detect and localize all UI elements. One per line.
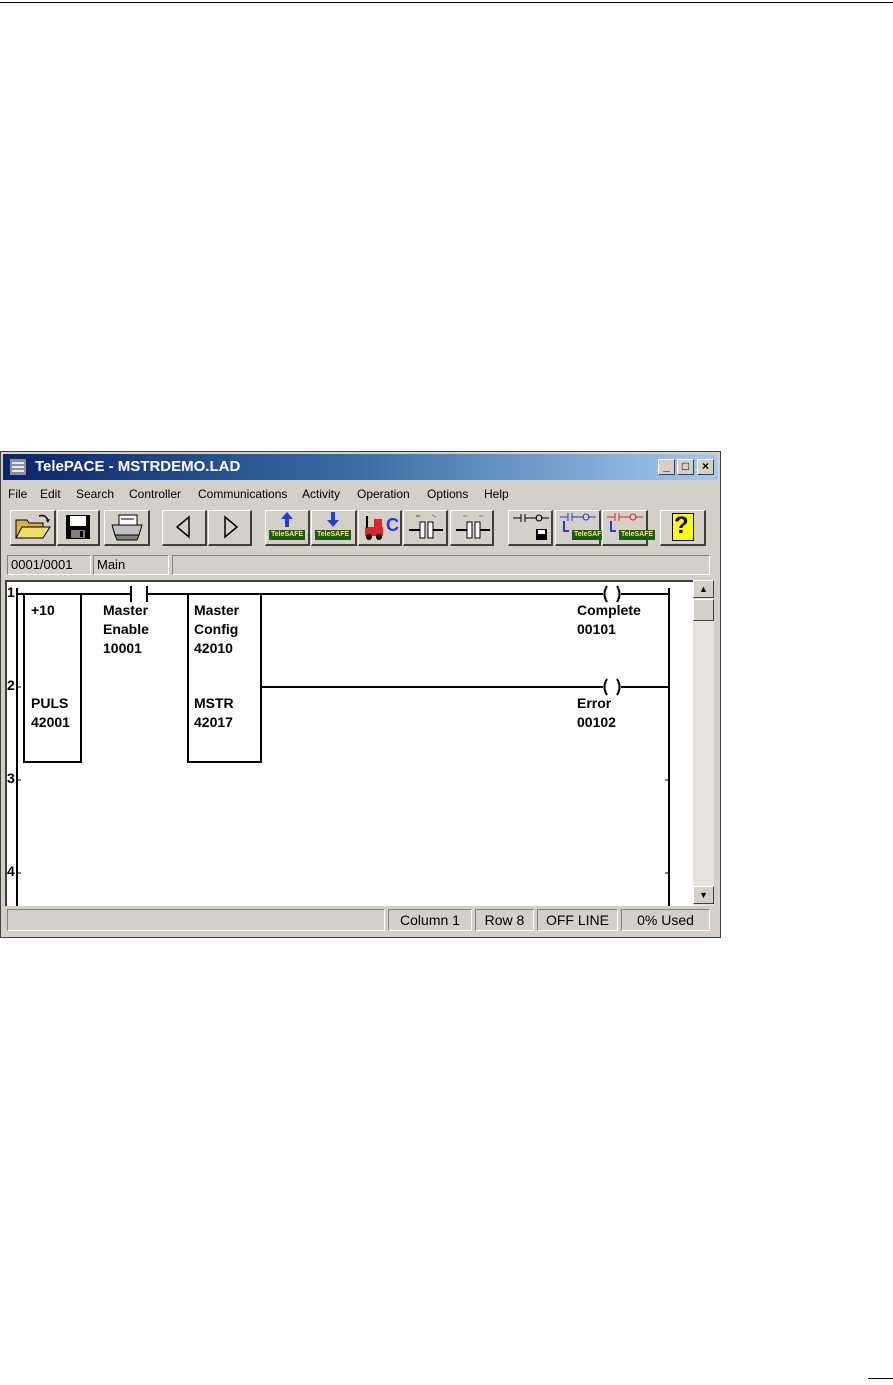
previous-button[interactable] (162, 510, 207, 546)
mstr-config-register[interactable]: 42010 (194, 639, 233, 658)
scroll-thumb[interactable] (693, 599, 714, 621)
menu-edit[interactable]: Edit (40, 487, 61, 501)
next-icon (224, 515, 239, 539)
program-name: Main (93, 555, 169, 575)
page-top-rule (0, 2, 893, 3)
telepace-app-icon[interactable] (9, 458, 27, 476)
pulse-block-input[interactable]: +10 (31, 601, 55, 620)
contact-label-line1[interactable]: Master (103, 601, 148, 620)
help-button[interactable]: ? (660, 510, 706, 546)
mstr-config-label-line1[interactable]: Master (194, 601, 239, 620)
row-number: 1 (7, 584, 15, 600)
menu-file[interactable]: File (8, 487, 27, 501)
row-number: 2 (7, 677, 15, 693)
pulse-block-register[interactable]: 42001 (31, 713, 70, 732)
telesafe-label: TeleSAFE (269, 530, 306, 540)
row-number: 4 (7, 863, 15, 879)
save-icon (66, 515, 90, 539)
menu-search[interactable]: Search (76, 487, 114, 501)
contact-address[interactable]: 10001 (103, 639, 142, 658)
print-icon (111, 514, 143, 541)
telepace-window: TelePACE - MSTRDEMO.LAD _ □ × File Edit … (0, 451, 721, 938)
delete-element-icon (456, 515, 490, 539)
status-message (7, 909, 385, 931)
close-button[interactable]: × (697, 459, 714, 475)
status-row: Row 8 (475, 909, 534, 931)
contact-label-line2[interactable]: Enable (103, 620, 149, 639)
mstr-block-register[interactable]: 42017 (194, 713, 233, 732)
open-button[interactable] (10, 510, 56, 546)
save-button[interactable] (57, 510, 100, 546)
menu-operation[interactable]: Operation (357, 487, 410, 501)
ladder-editor[interactable]: 1 2 3 4 +10 PULS 42001 Master Enable 100… (5, 580, 693, 906)
telesafe-label: TeleSAFE (315, 530, 352, 540)
maximize-button[interactable]: □ (677, 459, 694, 475)
write-ladder-button[interactable]: TeleSAFE (555, 510, 609, 546)
status-used: 0% Used (621, 909, 710, 931)
c-label: C (386, 515, 399, 535)
insert-element-icon (409, 514, 443, 539)
menu-activity[interactable]: Activity (302, 487, 340, 501)
open-icon (15, 514, 51, 539)
coil-complete-address[interactable]: 00101 (577, 620, 616, 639)
write-to-controller-button[interactable]: TeleSAFE (265, 510, 310, 546)
menu-options[interactable]: Options (427, 487, 468, 501)
row-number: 3 (7, 770, 15, 786)
c-program-button[interactable]: C (358, 510, 402, 546)
title-bar[interactable]: TelePACE - MSTRDEMO.LAD _ □ × (3, 454, 718, 480)
scroll-up-button[interactable]: ▲ (693, 580, 714, 598)
read-from-controller-button[interactable]: TeleSAFE (311, 510, 357, 546)
pulse-block-function[interactable]: PULS (31, 694, 68, 713)
menu-help[interactable]: Help (484, 487, 509, 501)
telesafe-label: TeleSAFE (619, 530, 656, 540)
save-ladder-icon (513, 514, 549, 540)
coil-error-label[interactable]: Error (577, 694, 611, 713)
network-counter: 0001/0001 (7, 555, 91, 575)
read-from-controller-icon (327, 512, 339, 527)
network-comment (172, 555, 710, 575)
help-question-mark: ? (674, 512, 689, 539)
print-button[interactable] (104, 510, 150, 546)
menu-controller[interactable]: Controller (129, 487, 181, 501)
mstr-config-label-line2[interactable]: Config (194, 620, 238, 639)
mstr-block-function[interactable]: MSTR (194, 694, 234, 713)
coil-complete-label[interactable]: Complete (577, 601, 641, 620)
status-column: Column 1 (388, 909, 472, 931)
write-to-controller-icon (281, 512, 293, 527)
scroll-down-button[interactable]: ▼ (693, 886, 714, 904)
read-ladder-button[interactable]: TeleSAFE (602, 510, 656, 546)
minimize-button[interactable]: _ (658, 459, 675, 475)
page-bottom-rule (868, 1378, 893, 1379)
next-button[interactable] (208, 510, 252, 546)
delete-element-button[interactable] (450, 510, 494, 546)
save-ladder-button[interactable] (508, 510, 553, 546)
insert-element-button[interactable] (403, 510, 448, 546)
previous-icon (175, 515, 190, 539)
vertical-scrollbar[interactable]: ▲ ▼ (693, 580, 714, 906)
menu-communications[interactable]: Communications (198, 487, 287, 501)
status-mode: OFF LINE (537, 909, 618, 931)
coil-error-address[interactable]: 00102 (577, 713, 616, 732)
window-title: TelePACE - MSTRDEMO.LAD (35, 458, 241, 475)
